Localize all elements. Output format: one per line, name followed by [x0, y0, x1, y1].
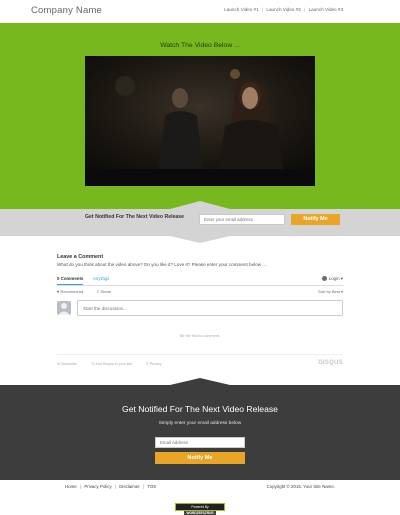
footer-link-home[interactable]: Home — [65, 484, 77, 489]
nav-launch-video-3[interactable]: Launch Video #3 — [309, 7, 343, 12]
video-hero-section: Watch The Video Below ... — [0, 23, 400, 209]
avatar — [57, 301, 71, 315]
sort-label: Sort by Best — [318, 289, 340, 294]
powered-by-badge[interactable]: Powered By WORDZEESZRUS — [175, 503, 225, 515]
nav-separator: | — [261, 7, 264, 12]
notify-band-button[interactable]: Notify Me — [291, 214, 340, 225]
bottom-notify-button[interactable]: Notify Me — [155, 452, 245, 464]
avatar-icon — [58, 303, 70, 315]
copyright-text: Copyright © 2015. Your Site Name. — [266, 484, 335, 489]
video-still-image — [115, 69, 283, 169]
bottom-signup-section — [0, 385, 400, 480]
footer-separator: | — [79, 484, 82, 489]
video-frame[interactable] — [85, 56, 315, 169]
heart-icon: ♥ — [57, 289, 60, 294]
tab-community[interactable]: AnyDigs — [93, 276, 109, 281]
privacy-link[interactable]: ⚿ Privacy — [146, 362, 162, 366]
nav-launch-video-1[interactable]: Launch Video #1 — [224, 7, 258, 12]
recommend-button[interactable]: ♥ Recommend — [57, 289, 83, 294]
sort-dropdown[interactable]: Sort by Best ▾ — [318, 289, 343, 294]
section-divider — [0, 235, 400, 243]
footer-link-disclaimer[interactable]: Disclaimer — [119, 484, 140, 489]
recommend-label: Recommend — [60, 289, 84, 294]
powered-by-label: Powered By — [191, 505, 209, 509]
subscribe-label: Subscribe — [61, 362, 77, 366]
login-dropdown[interactable]: Login ▾ — [321, 276, 343, 282]
subscribe-link[interactable]: ✉ Subscribe — [57, 362, 77, 366]
add-disqus-link[interactable]: ⓓ Add Disqus to your site — [91, 362, 132, 367]
comments-title: Leave a Comment — [57, 254, 104, 260]
footer-separator: | — [114, 484, 117, 489]
empty-comments-text: Be the first to comment. — [179, 334, 221, 338]
login-label: Login — [328, 276, 340, 281]
footer-link-tos[interactable]: TOS — [147, 484, 156, 489]
bottom-email-input[interactable] — [155, 437, 245, 448]
chevron-down-icon: ▾ — [340, 289, 343, 294]
bottom-signup-subtitle: Simply enter your email address below — [158, 421, 242, 426]
share-icon: ⇪ — [96, 289, 100, 294]
site-header: Company Name Launch Video #1 | Launch Vi… — [0, 0, 400, 23]
nav-separator: | — [304, 7, 306, 12]
disqus-footer: ✉ Subscribe ⓓ Add Disqus to your site ⚿ … — [57, 354, 343, 368]
user-icon — [321, 276, 327, 282]
privacy-label: Privacy — [149, 362, 162, 366]
share-button[interactable]: ⇪ Share — [96, 289, 111, 294]
footer-separator: | — [143, 484, 145, 489]
comments-tabs: 0 Comments AnyDigs Login ▾ — [57, 276, 343, 286]
powered-by-brand: WORDZEESZRUS — [184, 511, 216, 515]
company-logo[interactable]: Company Name — [31, 5, 102, 16]
notify-band-email-input[interactable] — [199, 214, 285, 225]
footer-link-privacy-policy[interactable]: Privacy Policy — [84, 484, 111, 489]
video-player[interactable] — [85, 56, 315, 186]
comments-subtitle: What do you think about the video above?… — [57, 262, 267, 267]
bottom-signup-title: Get Notified For The Next Video Release — [122, 404, 278, 414]
lock-icon: ⚿ — [146, 362, 149, 366]
disqus-logo[interactable]: DISQUS — [318, 360, 343, 366]
chevron-down-icon: ▾ — [340, 276, 343, 281]
comments-section: Leave a Comment What do you think about … — [57, 254, 343, 366]
add-disqus-label: Add Disqus to your site — [95, 362, 133, 366]
share-label: Share — [100, 289, 112, 294]
tab-comments-count[interactable]: 0 Comments — [57, 276, 84, 285]
notify-band-text: Get Notified For The Next Video Release — [85, 214, 185, 220]
nav-launch-video-2[interactable]: Launch Video #2 — [266, 7, 300, 12]
footer-links: Home | Privacy Policy | Disclaimer | TOS — [65, 484, 156, 489]
top-navigation: Launch Video #1 | Launch Video #2 | Laun… — [224, 7, 343, 12]
hero-title: Watch The Video Below ... — [160, 42, 240, 49]
discussion-input[interactable] — [77, 300, 343, 316]
mail-icon: ✉ — [57, 362, 61, 366]
